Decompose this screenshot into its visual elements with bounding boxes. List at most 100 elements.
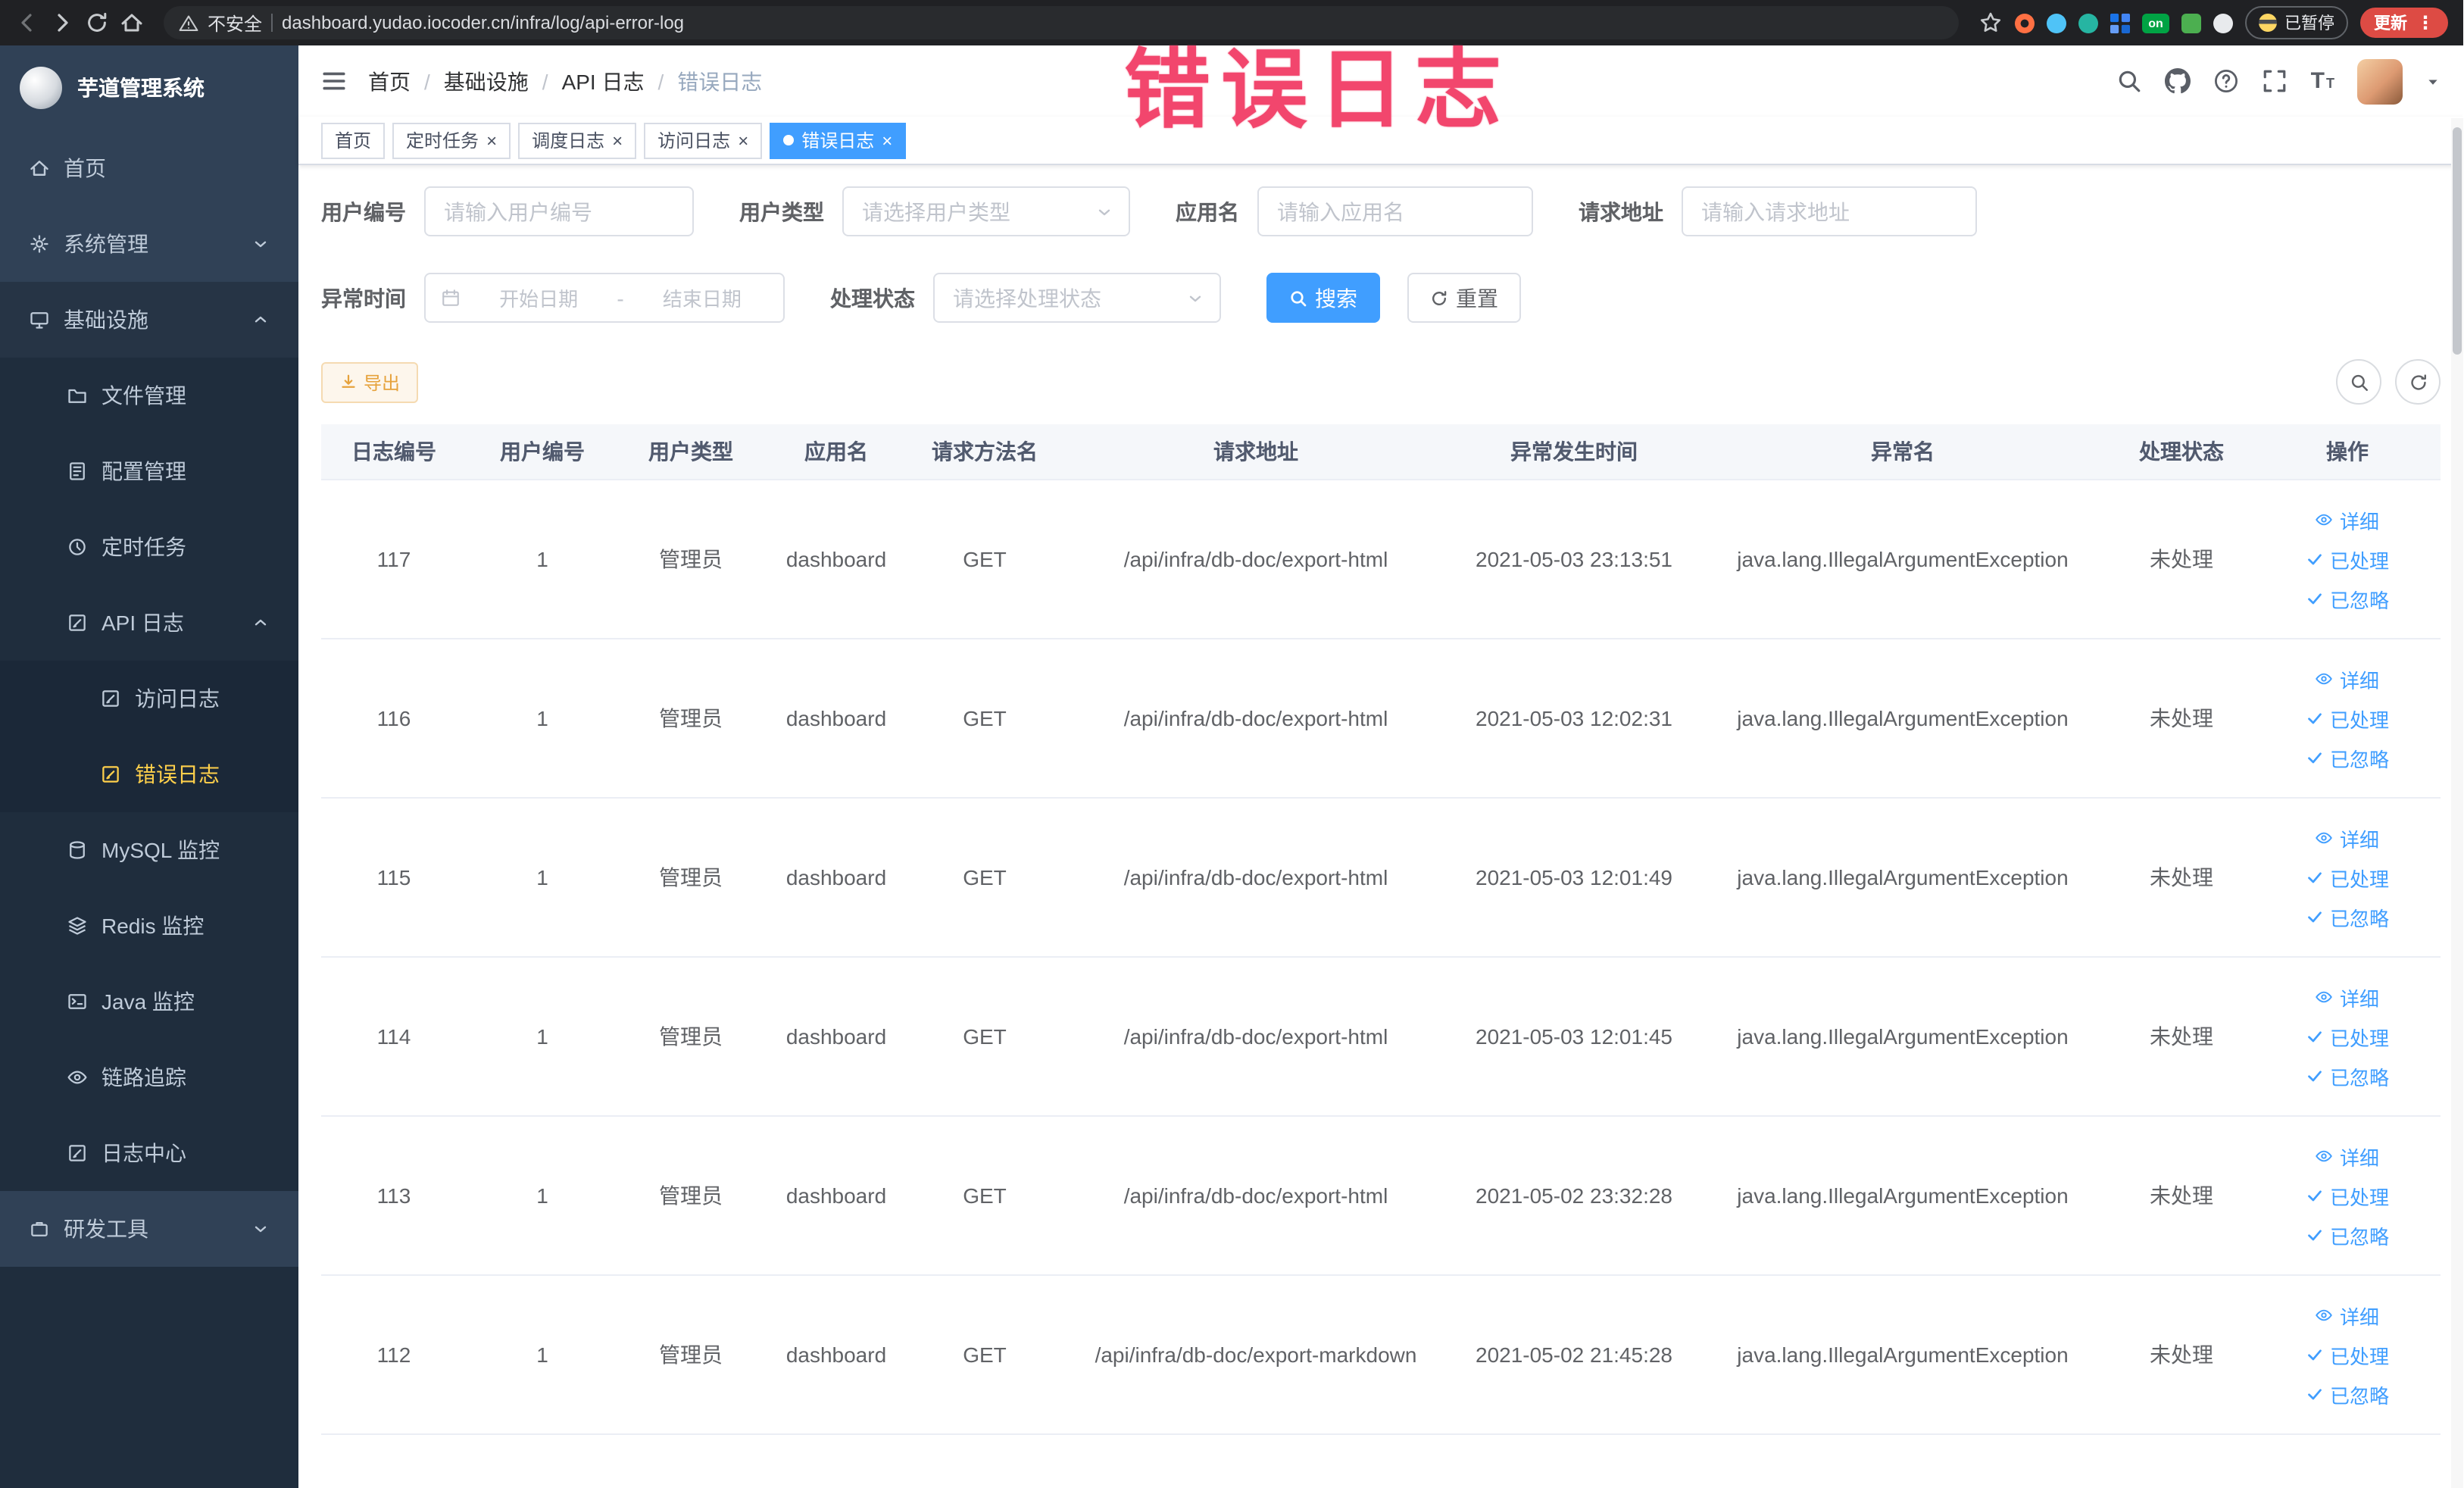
reload-icon[interactable] <box>85 11 109 35</box>
action-detail[interactable]: 详细 <box>2260 659 2434 699</box>
address-bar[interactable]: 不安全 dashboard.yudao.iocoder.cn/infra/log… <box>164 6 1959 39</box>
action-ignored[interactable]: 已忽略 <box>2260 1215 2434 1255</box>
github-icon[interactable] <box>2165 68 2191 94</box>
app-name-input[interactable] <box>1257 186 1533 236</box>
action-label: 已忽略 <box>2329 1384 2389 1407</box>
sidebar-item-label: 定时任务 <box>101 535 186 559</box>
action-processed[interactable]: 已处理 <box>2260 1176 2434 1215</box>
action-detail[interactable]: 详细 <box>2260 1296 2434 1335</box>
scrollbar-thumb[interactable] <box>2453 127 2462 355</box>
user-id-input[interactable] <box>424 186 694 236</box>
action-ignored[interactable]: 已忽略 <box>2260 738 2434 777</box>
extension-icon-6[interactable] <box>2213 13 2233 33</box>
tab-home[interactable]: 首页 <box>321 122 386 158</box>
sidebar-item-label: 研发工具 <box>64 1217 148 1241</box>
process-status-select[interactable]: 请选择处理状态 <box>933 273 1221 323</box>
sidebar-item-log-center[interactable]: 日志中心 <box>0 1115 298 1191</box>
extension-icon-5[interactable] <box>2181 13 2201 33</box>
help-icon[interactable] <box>2214 68 2240 94</box>
action-processed[interactable]: 已处理 <box>2260 1017 2434 1056</box>
request-url-input[interactable] <box>1682 186 1977 236</box>
extension-icon-on[interactable]: on <box>2142 13 2169 33</box>
sidebar-item-java-monitor[interactable]: Java 监控 <box>0 964 298 1039</box>
close-icon[interactable] <box>612 130 623 151</box>
column-header: 日志编号 <box>321 424 467 480</box>
fullscreen-icon[interactable] <box>2263 68 2288 94</box>
scrollbar-track[interactable] <box>2451 118 2463 1488</box>
sidebar-item-system[interactable]: 系统管理 <box>0 206 298 282</box>
extension-icon-4[interactable] <box>2110 13 2130 33</box>
font-size-icon[interactable] <box>2311 68 2334 94</box>
extension-icon-1[interactable] <box>2015 13 2035 33</box>
browser-menu-icon[interactable] <box>2416 12 2434 33</box>
cell-url: /api/infra/db-doc/export-markdown <box>1060 1275 1451 1435</box>
cell-user-type: 管理员 <box>618 798 764 958</box>
action-ignored[interactable]: 已忽略 <box>2260 897 2434 936</box>
sidebar-item-mysql-monitor[interactable]: MySQL 监控 <box>0 812 298 888</box>
action-processed[interactable]: 已处理 <box>2260 858 2434 897</box>
close-icon[interactable] <box>882 130 892 151</box>
avatar[interactable] <box>2357 58 2403 104</box>
breadcrumb-item[interactable]: 基础设施 <box>411 66 529 96</box>
header-actions <box>2117 58 2441 104</box>
user-type-select[interactable]: 请选择用户类型 <box>842 186 1130 236</box>
sidebar-item-config-management[interactable]: 配置管理 <box>0 433 298 509</box>
search-button[interactable]: 搜索 <box>1266 273 1380 323</box>
action-detail[interactable]: 详细 <box>2260 1136 2434 1176</box>
refresh-button[interactable] <box>2395 359 2441 405</box>
table-toolbar: 导出 <box>321 359 2441 405</box>
export-button[interactable]: 导出 <box>321 361 419 402</box>
close-icon[interactable] <box>738 130 748 151</box>
sidebar-item-trace[interactable]: 链路追踪 <box>0 1039 298 1115</box>
range-separator: - <box>617 286 624 310</box>
tab-error-log[interactable]: 错误日志 <box>770 122 907 158</box>
action-detail[interactable]: 详细 <box>2260 500 2434 539</box>
sidebar-item-infrastructure[interactable]: 基础设施 <box>0 282 298 358</box>
action-ignored[interactable]: 已忽略 <box>2260 579 2434 618</box>
extension-icon-2[interactable] <box>2047 13 2066 33</box>
caret-down-icon[interactable] <box>2425 73 2441 89</box>
sidebar-item-redis-monitor[interactable]: Redis 监控 <box>0 888 298 964</box>
action-detail[interactable]: 详细 <box>2260 977 2434 1017</box>
tab-access-log[interactable]: 访问日志 <box>644 122 763 158</box>
action-processed[interactable]: 已处理 <box>2260 699 2434 738</box>
tab-schedule-log[interactable]: 调度日志 <box>518 122 637 158</box>
app-logo[interactable]: 芋道管理系统 <box>0 45 298 130</box>
eye-icon <box>2316 514 2333 526</box>
date-range-picker[interactable]: 开始日期 - 结束日期 <box>424 273 785 323</box>
reset-button[interactable]: 重置 <box>1407 273 1521 323</box>
sidebar-item-home[interactable]: 首页 <box>0 130 298 206</box>
sidebar-item-file-management[interactable]: 文件管理 <box>0 358 298 433</box>
bookmark-star-icon[interactable] <box>1978 11 2003 35</box>
search-icon[interactable] <box>2117 68 2143 94</box>
close-icon[interactable] <box>486 130 497 151</box>
cell-user-id: 1 <box>467 480 618 639</box>
log-center-icon <box>69 1145 86 1161</box>
sidebar-item-error-log[interactable]: 错误日志 <box>0 736 298 812</box>
breadcrumb-item[interactable]: API 日志 <box>529 66 645 96</box>
action-detail[interactable]: 详细 <box>2260 818 2434 858</box>
sidebar-item-devtools[interactable]: 研发工具 <box>0 1191 298 1267</box>
browser-home-icon[interactable] <box>120 11 144 35</box>
sidebar-item-access-log[interactable]: 访问日志 <box>0 661 298 736</box>
sidebar-item-label: API 日志 <box>101 611 184 635</box>
action-processed[interactable]: 已处理 <box>2260 539 2434 579</box>
tab-label: 访问日志 <box>657 130 731 152</box>
extension-icon-3[interactable] <box>2078 13 2098 33</box>
sidebar-item-api-logs[interactable]: API 日志 <box>0 585 298 661</box>
column-header: 异常名 <box>1697 424 2109 480</box>
sidebar-toggle-icon[interactable] <box>321 68 347 94</box>
back-icon[interactable] <box>15 11 39 35</box>
tab-scheduled-tasks[interactable]: 定时任务 <box>392 122 511 158</box>
paused-badge[interactable]: 已暂停 <box>2245 6 2348 39</box>
table-row: 116 1 管理员 dashboard GET /api/infra/db-do… <box>321 639 2441 799</box>
action-ignored[interactable]: 已忽略 <box>2260 1374 2434 1414</box>
eye-icon <box>2316 1309 2333 1321</box>
action-ignored[interactable]: 已忽略 <box>2260 1056 2434 1096</box>
forward-icon[interactable] <box>50 11 74 35</box>
sidebar-item-scheduled-tasks[interactable]: 定时任务 <box>0 509 298 585</box>
breadcrumb-item[interactable]: 首页 <box>368 66 411 96</box>
action-processed[interactable]: 已处理 <box>2260 1335 2434 1374</box>
update-button[interactable]: 更新 <box>2360 8 2448 38</box>
hide-search-button[interactable] <box>2336 359 2381 405</box>
